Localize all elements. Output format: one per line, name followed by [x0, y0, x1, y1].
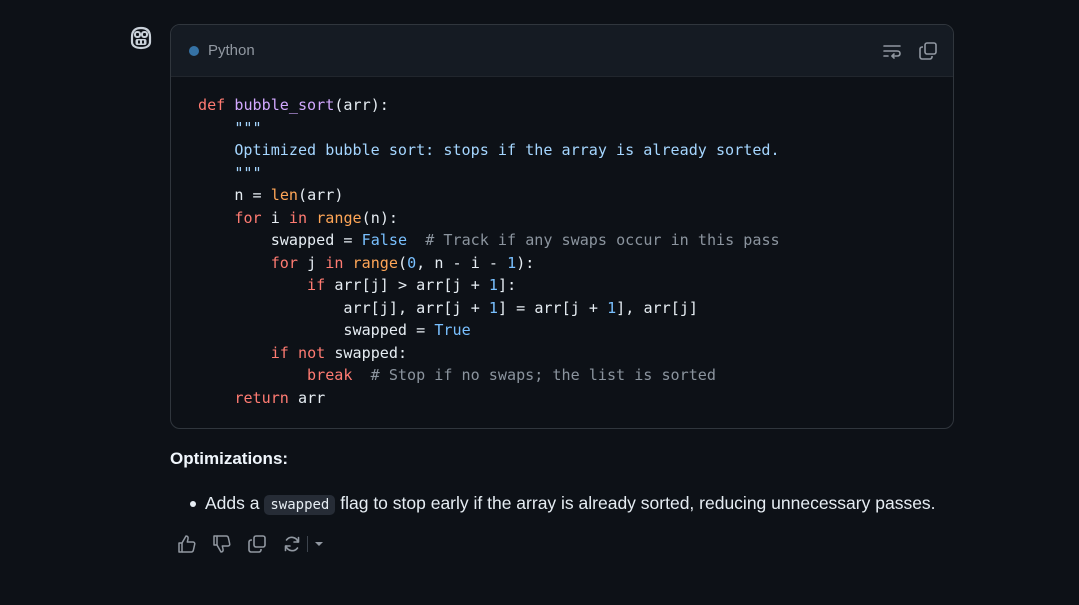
- retry-button[interactable]: [280, 532, 304, 556]
- code-line: """: [198, 163, 262, 182]
- copy-icon: [919, 42, 937, 60]
- copilot-icon: [127, 23, 155, 51]
- code-line: arr[j], arr[j + 1] = arr[j + 1], arr[j]: [343, 298, 698, 317]
- code-block: Python def bubble_sort(arr): """ Optimiz…: [170, 24, 954, 429]
- code-line: if not swapped:: [270, 343, 408, 362]
- thumbs-up-button[interactable]: [175, 532, 199, 556]
- wrap-lines-icon: [883, 45, 901, 59]
- code-line: for j in range(0, n - i - 1):: [270, 253, 535, 272]
- chevron-down-icon: [315, 542, 323, 546]
- code-line: Optimized bubble sort: stops if the arra…: [198, 141, 780, 159]
- code-line: for i in range(n):: [234, 208, 398, 227]
- language-color-dot: [189, 46, 199, 56]
- code-line: return arr: [234, 388, 326, 407]
- code-block-header: Python: [171, 25, 953, 77]
- inline-code: swapped: [264, 495, 336, 515]
- thumbs-up-icon: [178, 535, 196, 553]
- message-actions: [175, 531, 326, 557]
- wrap-lines-button[interactable]: [880, 39, 904, 63]
- copy-icon: [248, 535, 266, 553]
- code-line: break # Stop if no swaps; the list is so…: [307, 366, 716, 384]
- code-line: swapped = True: [343, 321, 471, 339]
- code-line: def bubble_sort(arr):: [198, 96, 389, 114]
- copy-code-button[interactable]: [916, 39, 940, 63]
- code-line: if arr[j] > arr[j + 1]:: [307, 276, 517, 294]
- thumbs-down-icon: [213, 535, 231, 553]
- language-label: Python: [208, 42, 255, 59]
- code-line: """: [198, 118, 262, 137]
- bullet-icon: [190, 501, 196, 507]
- code-content: def bubble_sort(arr): """ Optimized bubb…: [198, 94, 780, 409]
- code-line: swapped = False # Track if any swaps occ…: [270, 231, 780, 249]
- code-line: n = len(arr): [234, 186, 344, 204]
- list-item: Adds a swapped flag to stop early if the…: [190, 490, 936, 518]
- bullet-text-suffix: flag to stop early if the array is alrea…: [335, 493, 936, 513]
- bullet-text-prefix: Adds a: [205, 493, 265, 513]
- copy-response-button[interactable]: [245, 532, 269, 556]
- bullet-list: Adds a swapped flag to stop early if the…: [190, 490, 936, 518]
- thumbs-down-button[interactable]: [210, 532, 234, 556]
- divider: [307, 536, 308, 552]
- retry-icon: [284, 536, 300, 552]
- more-options-button[interactable]: [312, 532, 326, 556]
- section-heading: Optimizations:: [170, 449, 289, 468]
